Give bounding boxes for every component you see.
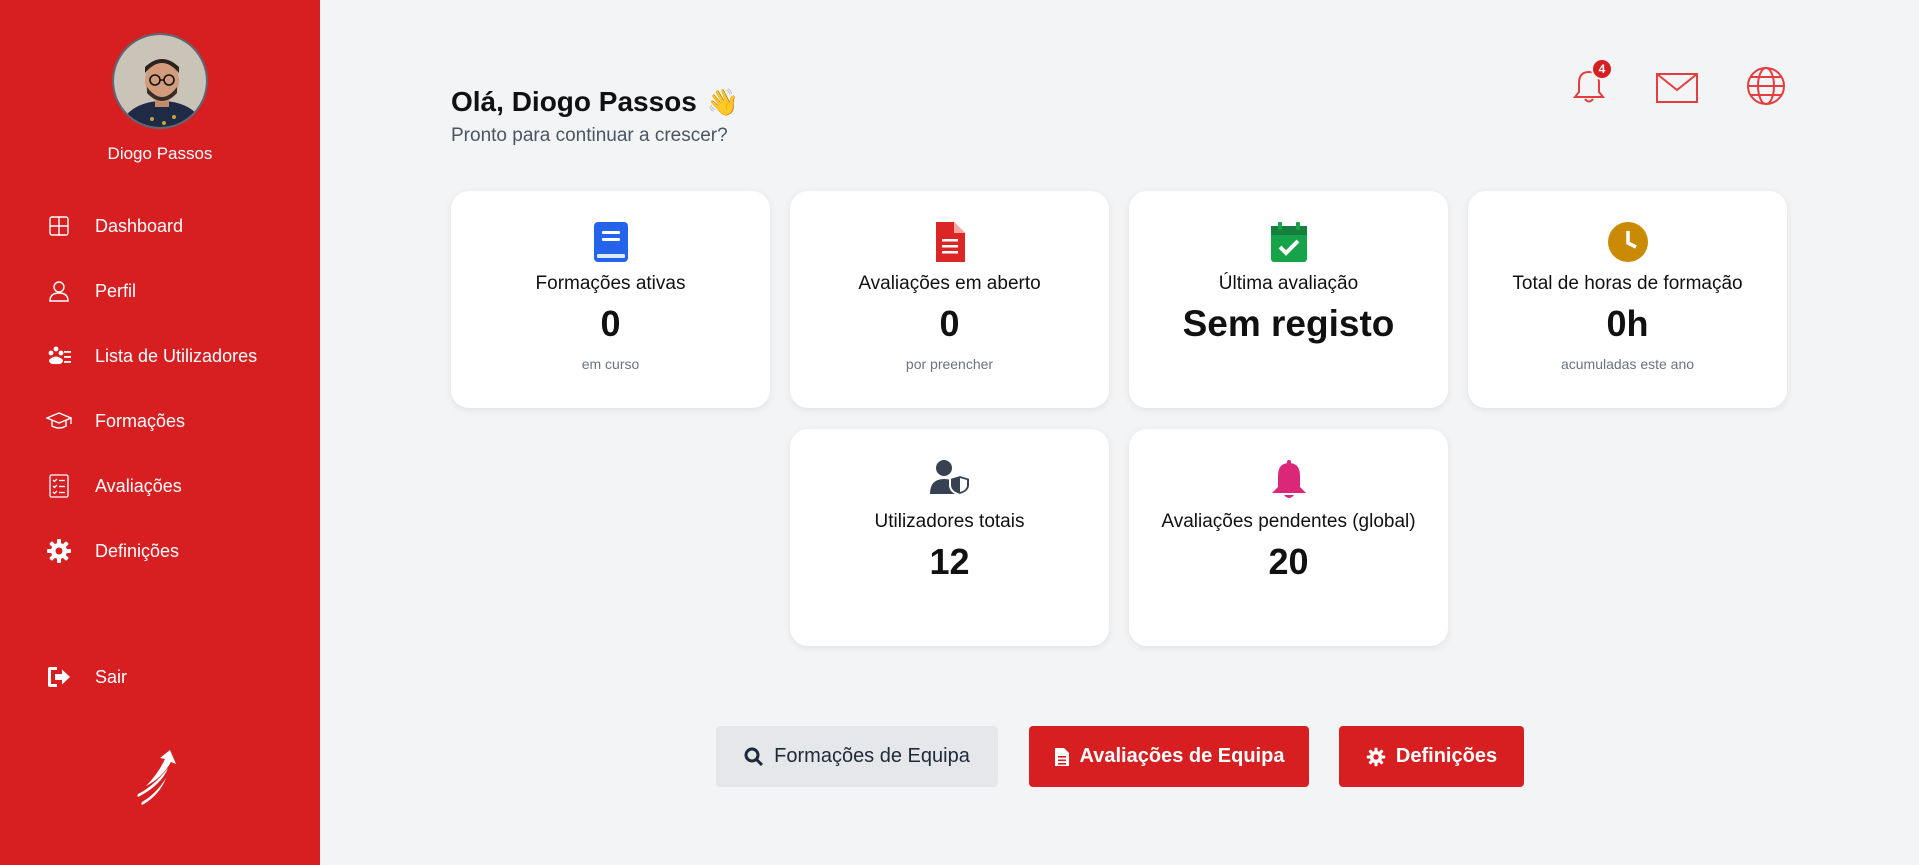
sidebar-item-label: Dashboard bbox=[95, 215, 184, 236]
sidebar-item-formacoes[interactable]: Formações bbox=[45, 401, 295, 441]
card-value: Sem registo bbox=[1182, 303, 1395, 344]
bell-icon bbox=[1271, 460, 1306, 498]
card-value: 12 bbox=[929, 541, 970, 582]
card-value: 0h bbox=[1606, 303, 1649, 344]
sidebar-item-label: Perfil bbox=[95, 280, 137, 301]
card-value: 20 bbox=[1268, 541, 1309, 582]
sidebar-item-dashboard[interactable]: Dashboard bbox=[45, 206, 295, 246]
card-title: Avaliações em aberto bbox=[858, 273, 1041, 294]
settings-button[interactable]: Definições bbox=[1339, 726, 1524, 787]
sidebar-item-perfil[interactable]: Perfil bbox=[45, 271, 295, 311]
card-subtitle: acumuladas este ano bbox=[1560, 356, 1695, 372]
document-icon bbox=[935, 222, 965, 262]
stat-card-avaliacoes-pendentes: Avaliações pendentes (global) 20 bbox=[1129, 429, 1448, 646]
gear-icon bbox=[45, 537, 73, 565]
user-name: Diogo Passos bbox=[107, 144, 213, 163]
user-shield-icon bbox=[929, 460, 971, 495]
graduation-cap-icon bbox=[45, 407, 73, 435]
brand-logo bbox=[132, 748, 182, 806]
clock-icon bbox=[1607, 222, 1648, 262]
greeting-text: Olá, Diogo Passos bbox=[451, 86, 697, 117]
language-button[interactable] bbox=[1744, 64, 1788, 108]
card-title: Total de horas de formação bbox=[1512, 273, 1743, 294]
button-label: Formações de Equipa bbox=[774, 745, 970, 767]
card-value: 0 bbox=[939, 303, 960, 344]
card-subtitle: em curso bbox=[581, 356, 640, 372]
stat-card-avaliacoes-aberto: Avaliações em aberto 0 por preencher bbox=[790, 191, 1109, 408]
card-title: Utilizadores totais bbox=[874, 511, 1025, 532]
messages-button[interactable] bbox=[1655, 66, 1699, 110]
stat-card-total-horas: Total de horas de formação 0h acumuladas… bbox=[1468, 191, 1787, 408]
users-list-icon bbox=[45, 342, 73, 370]
calendar-check-icon bbox=[1270, 222, 1307, 262]
sidebar-item-definicoes[interactable]: Definições bbox=[45, 531, 295, 571]
checklist-icon bbox=[45, 472, 73, 500]
sidebar-item-label: Sair bbox=[95, 666, 128, 687]
sidebar-item-label: Formações bbox=[95, 410, 186, 431]
button-label: Definições bbox=[1395, 745, 1498, 767]
card-title: Formações ativas bbox=[535, 273, 686, 294]
team-evaluations-button[interactable]: Avaliações de Equipa bbox=[1029, 726, 1309, 787]
notifications-button[interactable]: 4 bbox=[1567, 58, 1613, 108]
globe-icon bbox=[1747, 67, 1785, 105]
page-subtitle: Pronto para continuar a crescer? bbox=[451, 125, 728, 146]
waving-hand-icon: 👋 bbox=[706, 86, 740, 117]
gear-icon bbox=[1366, 747, 1386, 767]
grid-icon bbox=[45, 212, 73, 240]
sidebar-item-avaliacoes[interactable]: Avaliações bbox=[45, 466, 295, 506]
card-title: Última avaliação bbox=[1218, 273, 1359, 294]
card-subtitle: por preencher bbox=[905, 356, 994, 372]
sidebar-item-label: Lista de Utilizadores bbox=[95, 345, 258, 366]
notification-badge: 4 bbox=[1591, 58, 1613, 80]
sidebar-item-label: Avaliações bbox=[95, 475, 182, 496]
page-title: Olá, Diogo Passos 👋 bbox=[451, 86, 739, 118]
stat-card-utilizadores-totais: Utilizadores totais 12 bbox=[790, 429, 1109, 646]
sidebar: Diogo Passos Dashboard Perfil Lista de U… bbox=[0, 0, 320, 865]
stat-card-ultima-avaliacao: Última avaliação Sem registo bbox=[1129, 191, 1448, 408]
document-icon bbox=[1054, 747, 1070, 767]
sidebar-item-lista-utilizadores[interactable]: Lista de Utilizadores bbox=[45, 336, 295, 376]
card-value: 0 bbox=[600, 303, 621, 344]
mail-icon bbox=[1656, 73, 1698, 103]
logout-icon bbox=[45, 663, 73, 691]
card-title: Avaliações pendentes (global) bbox=[1161, 511, 1416, 532]
sidebar-item-sair[interactable]: Sair bbox=[45, 657, 295, 697]
main-content: Olá, Diogo Passos 👋 Pronto para continua… bbox=[320, 0, 1919, 865]
book-icon bbox=[593, 222, 628, 262]
sidebar-item-label: Definições bbox=[95, 540, 180, 561]
user-icon bbox=[45, 277, 73, 305]
button-label: Avaliações de Equipa bbox=[1079, 745, 1285, 767]
search-icon bbox=[744, 747, 764, 767]
avatar[interactable] bbox=[112, 33, 208, 129]
stat-card-formacoes-ativas: Formações ativas 0 em curso bbox=[451, 191, 770, 408]
team-trainings-button[interactable]: Formações de Equipa bbox=[716, 726, 998, 787]
